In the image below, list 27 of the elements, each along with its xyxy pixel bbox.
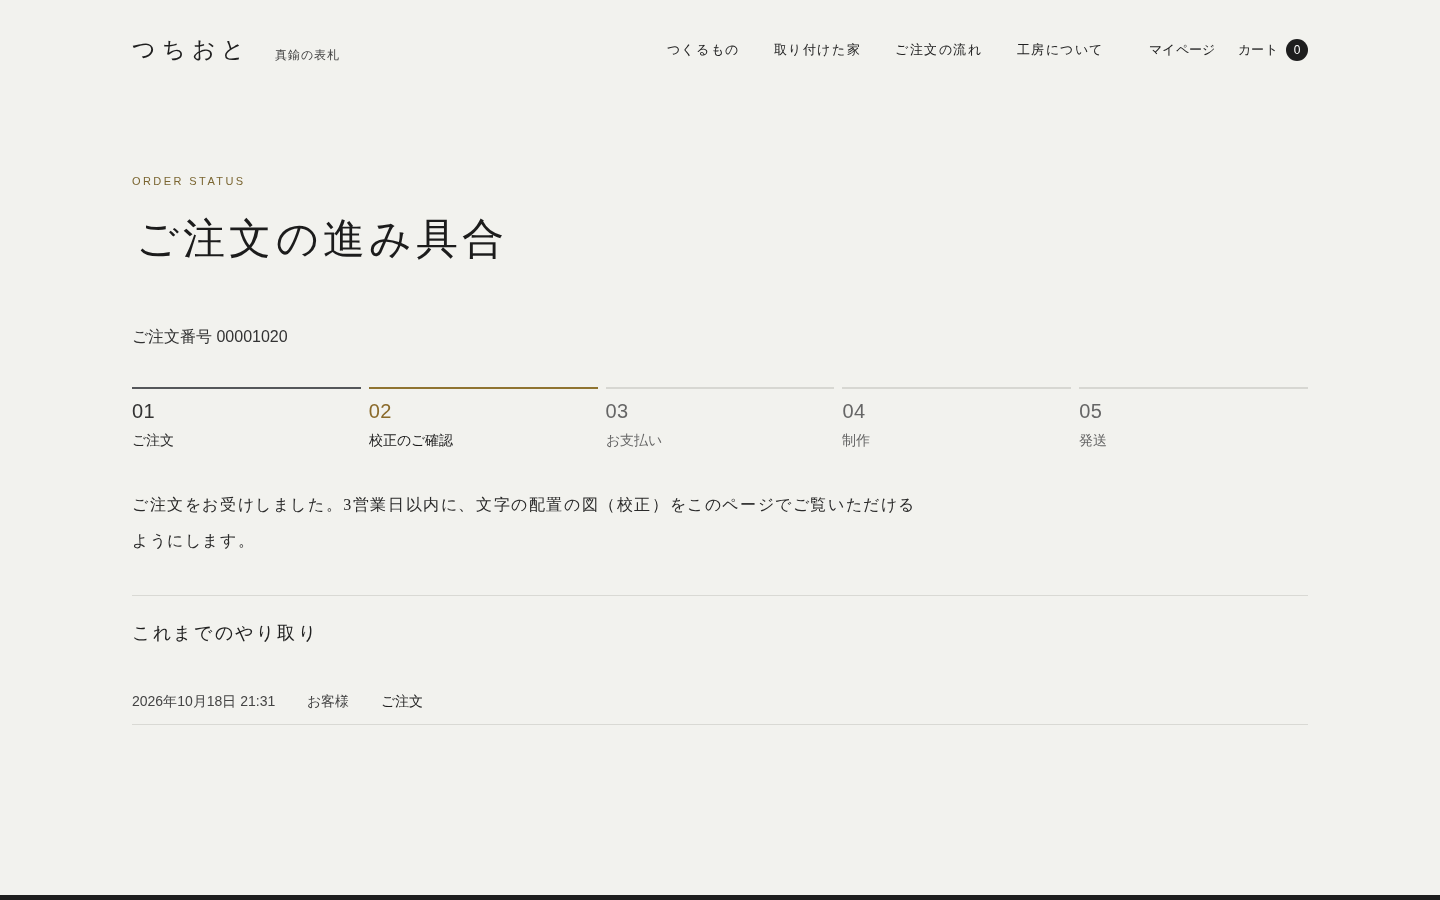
history-datetime: 2026年10月18日 21:31 xyxy=(132,692,276,711)
step-number: 04 xyxy=(842,399,866,424)
site-tagline: 真鍮の表札 xyxy=(275,47,340,64)
step-number: 05 xyxy=(1079,399,1103,424)
step-number: 01 xyxy=(132,399,156,424)
history-event: ご注文 xyxy=(381,692,424,711)
site-logo[interactable]: つちおと xyxy=(132,36,251,64)
order-number: ご注文番号 00001020 xyxy=(132,327,288,347)
nav-link[interactable]: 取り付けた家 xyxy=(773,40,862,60)
nav-link[interactable]: ご注文の流れ xyxy=(895,40,983,60)
step-label: 校正のご確認 xyxy=(368,431,453,450)
cart-link[interactable]: カート xyxy=(1237,40,1278,60)
page-title: ご注文の進み具合 xyxy=(136,215,509,264)
status-message: ご注文をお受けしました。3営業日以内に、文字の配置の図（校正）をこのページでご覧いただけるようにします。 xyxy=(132,495,917,551)
step-label: お支払い xyxy=(605,431,662,450)
nav-link[interactable]: つくるもの xyxy=(666,40,740,60)
step-label: ご注文 xyxy=(132,431,174,450)
cart-count: 0 xyxy=(1286,39,1308,61)
nav-link[interactable]: 工房について xyxy=(1016,40,1104,60)
my-page-link[interactable]: マイページ xyxy=(1148,40,1216,60)
history-heading: これまでのやり取り xyxy=(132,622,319,645)
step-number: 02 xyxy=(368,399,392,424)
step-label: 発送 xyxy=(1079,431,1108,450)
step-number: 03 xyxy=(605,399,629,424)
history-sender: お客様 xyxy=(307,692,350,711)
section-eyebrow: ORDER STATUS xyxy=(132,176,246,187)
step-label: 制作 xyxy=(842,431,871,450)
